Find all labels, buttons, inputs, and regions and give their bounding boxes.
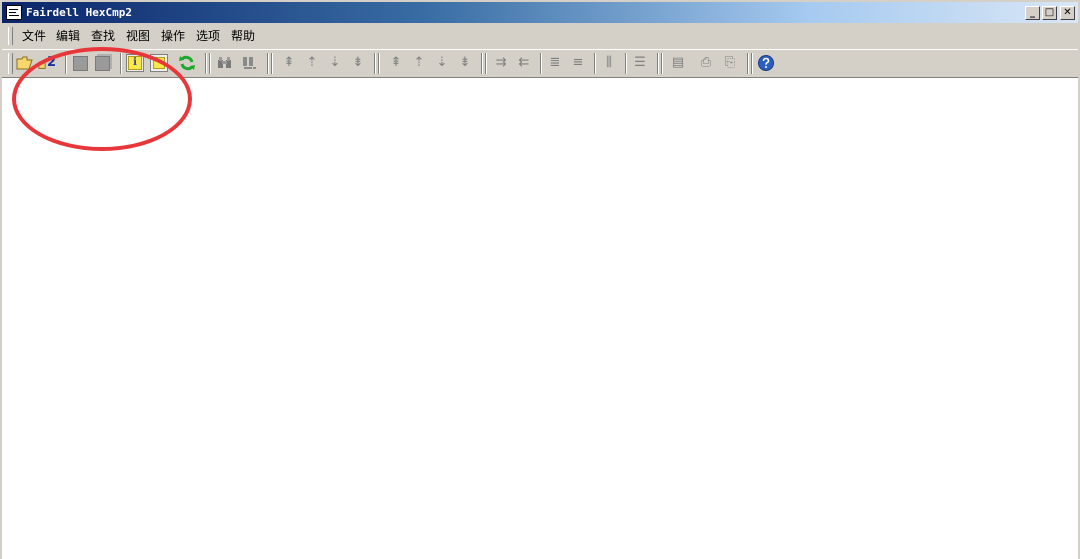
toolbar-separator xyxy=(625,53,627,74)
print-preview-icon: ⎘ xyxy=(724,55,736,70)
first-difference-icon: ⇞ xyxy=(283,55,295,70)
toolbar-grip[interactable] xyxy=(8,53,13,74)
toolbar-separator xyxy=(65,53,67,74)
next-difference-icon: ⇣ xyxy=(329,55,341,70)
align-button[interactable]: ⫼ xyxy=(600,54,618,72)
first-sync-button[interactable]: ⇞ xyxy=(387,54,405,72)
file2-badge: 2 xyxy=(46,55,56,70)
previous-sync-icon: ⇡ xyxy=(413,55,425,70)
info-toggle-button[interactable]: i xyxy=(126,54,144,72)
align-icon: ⫼ xyxy=(606,55,612,70)
previous-sync-button[interactable]: ⇡ xyxy=(410,54,428,72)
menu-options[interactable]: 选项 xyxy=(196,28,220,44)
report-button[interactable]: ☰ xyxy=(631,54,649,72)
refresh-icon xyxy=(179,55,195,71)
print-preview-button[interactable]: ⎘ xyxy=(721,54,739,72)
toolbar-separator xyxy=(267,53,269,74)
menu-bar: 文件 编辑 查找 视图 操作 选项 帮助 xyxy=(2,24,1078,48)
menu-help[interactable]: 帮助 xyxy=(231,28,255,44)
toolbar-separator xyxy=(209,53,211,74)
sync-icon xyxy=(153,57,165,69)
toolbar-separator xyxy=(271,53,273,74)
menu-edit[interactable]: 编辑 xyxy=(56,28,80,44)
menu-file[interactable]: 文件 xyxy=(22,28,46,44)
last-sync-button[interactable]: ⇟ xyxy=(456,54,474,72)
save-icon xyxy=(72,55,88,71)
next-sync-button[interactable]: ⇣ xyxy=(433,54,451,72)
print-button[interactable]: ⎙ xyxy=(697,54,715,72)
maximize-button[interactable]: □ xyxy=(1042,6,1057,20)
menu-find[interactable]: 查找 xyxy=(91,28,115,44)
minimize-button[interactable]: _ xyxy=(1025,6,1040,20)
menu-view[interactable]: 视图 xyxy=(126,28,150,44)
toolbar-separator xyxy=(205,53,207,74)
toolbar-separator xyxy=(120,53,122,74)
previous-difference-icon: ⇡ xyxy=(306,55,318,70)
document-icon: ▤ xyxy=(671,55,685,70)
save-button[interactable] xyxy=(71,54,89,72)
sync-toggle-button[interactable] xyxy=(150,54,168,72)
toolbar-separator xyxy=(594,53,596,74)
first-difference-button[interactable]: ⇞ xyxy=(280,54,298,72)
next-sync-icon: ⇣ xyxy=(436,55,448,70)
open-folder-icon xyxy=(16,56,33,70)
toolbar: 2 i ⇞ ⇡ ⇣ ⇟ ⇞ ⇡ ⇣ ⇟ ⇉ ⇇ ≣ ≡ ⫼ ☰ ▤ ⎙ ⎘ xyxy=(2,49,1078,77)
toolbar-separator xyxy=(378,53,380,74)
save-all-icon xyxy=(94,55,110,71)
toolbar-separator xyxy=(661,53,663,74)
copy-left-icon: ⇇ xyxy=(518,55,530,70)
folder-small-icon xyxy=(38,60,46,69)
insert-bytes-icon: ≣ xyxy=(549,55,561,70)
toolbar-separator xyxy=(657,53,659,74)
last-difference-button[interactable]: ⇟ xyxy=(349,54,367,72)
find-next-button[interactable] xyxy=(240,54,258,72)
toolbar-separator xyxy=(481,53,483,74)
toolbar-separator xyxy=(485,53,487,74)
previous-difference-button[interactable]: ⇡ xyxy=(303,54,321,72)
copy-right-icon: ⇉ xyxy=(495,55,507,70)
comparison-area[interactable] xyxy=(2,77,1078,559)
menu-operate[interactable]: 操作 xyxy=(161,28,185,44)
next-difference-button[interactable]: ⇣ xyxy=(326,54,344,72)
app-window: Fairdell HexCmp2 _ □ ✕ 文件 编辑 查找 视图 操作 选项… xyxy=(0,0,1080,559)
open-file1-button[interactable] xyxy=(16,54,34,72)
print-icon: ⎙ xyxy=(700,55,712,70)
toolbar-separator xyxy=(540,53,542,74)
report-icon: ☰ xyxy=(634,55,646,70)
export-button[interactable]: ▤ xyxy=(669,54,687,72)
insert-bytes-button[interactable]: ≣ xyxy=(546,54,564,72)
copy-left-to-right-button[interactable]: ⇉ xyxy=(492,54,510,72)
close-button[interactable]: ✕ xyxy=(1060,6,1075,20)
app-icon[interactable] xyxy=(6,5,22,20)
delete-bytes-button[interactable]: ≡ xyxy=(569,54,587,72)
last-difference-icon: ⇟ xyxy=(352,55,364,70)
help-icon xyxy=(758,55,774,71)
open-file2-button[interactable]: 2 xyxy=(38,54,56,72)
info-icon: i xyxy=(128,56,142,70)
toolbar-separator xyxy=(751,53,753,74)
toolbar-separator xyxy=(747,53,749,74)
copy-right-to-left-button[interactable]: ⇇ xyxy=(515,54,533,72)
menubar-grip[interactable] xyxy=(8,27,13,45)
help-button[interactable] xyxy=(757,54,775,72)
binoculars-icon xyxy=(218,57,231,68)
refresh-button[interactable] xyxy=(178,54,196,72)
first-sync-icon: ⇞ xyxy=(390,55,402,70)
toolbar-separator xyxy=(374,53,376,74)
save-all-button[interactable] xyxy=(93,54,111,72)
last-sync-icon: ⇟ xyxy=(459,55,471,70)
delete-bytes-icon: ≡ xyxy=(572,55,584,70)
find-button[interactable] xyxy=(216,54,234,72)
find-next-icon xyxy=(243,57,256,69)
title-bar[interactable]: Fairdell HexCmp2 _ □ ✕ xyxy=(2,2,1078,23)
window-title: Fairdell HexCmp2 xyxy=(26,6,132,19)
